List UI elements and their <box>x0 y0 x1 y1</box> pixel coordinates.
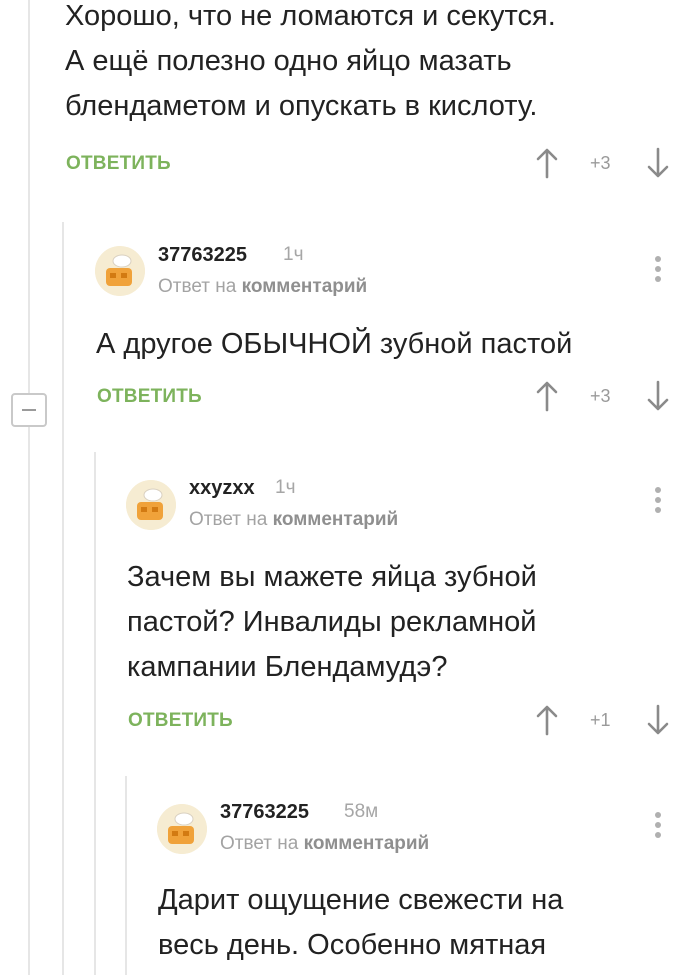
rating-score: +3 <box>590 153 611 173</box>
rating-score: +1 <box>590 710 611 730</box>
reply-to-info: Ответ на комментарий <box>189 509 398 531</box>
chef-avatar-icon <box>126 480 176 530</box>
collapse-thread-button[interactable] <box>11 393 47 427</box>
reply-to-info: Ответ на комментарий <box>158 276 367 298</box>
chef-avatar-icon <box>95 246 145 296</box>
comment-text: Зачем вы мажете яйца зубной пастой? Инва… <box>127 555 537 690</box>
thread-line-level-3 <box>125 776 127 975</box>
reply-to-prefix: Ответ на <box>220 833 299 854</box>
more-vertical-icon[interactable] <box>653 256 663 290</box>
comment-time: 58м <box>344 801 379 822</box>
comment-text-line: пастой? Инвалиды рекламной <box>127 606 537 638</box>
arrow-up-icon[interactable] <box>536 147 558 179</box>
chef-avatar-icon <box>157 804 207 854</box>
thread-line-level-2 <box>94 452 96 975</box>
comment-text-line: Хорошо, что не ломаются и секутся. <box>65 0 556 32</box>
comment-text-line: блендаметом и опускать в кислоту. <box>65 90 538 122</box>
author-name[interactable]: 37763225 <box>158 244 247 267</box>
more-vertical-icon[interactable] <box>653 812 663 846</box>
comment-text-line: Дарит ощущение свежести на <box>158 884 564 916</box>
arrow-down-icon[interactable] <box>647 147 669 179</box>
reply-to-link[interactable]: комментарий <box>273 509 399 530</box>
thread-line-level-0-lower <box>28 427 30 975</box>
reply-button[interactable]: ОТВЕТИТЬ <box>97 386 202 408</box>
reply-button[interactable]: ОТВЕТИТЬ <box>128 710 233 732</box>
reply-to-link[interactable]: комментарий <box>304 833 430 854</box>
author-name[interactable]: xxyzxx <box>189 477 255 500</box>
reply-to-info: Ответ на комментарий <box>220 833 429 855</box>
reply-to-prefix: Ответ на <box>158 276 237 297</box>
thread-line-level-0 <box>28 0 30 393</box>
comment-time: 1ч <box>283 244 304 265</box>
avatar[interactable] <box>157 804 207 854</box>
comment-text-line: кампании Блендамудэ? <box>127 651 448 683</box>
reply-to-prefix: Ответ на <box>189 509 268 530</box>
thread-line-level-1 <box>62 222 64 975</box>
comment-text-line: весь день. Особенно мятная <box>158 929 547 961</box>
avatar[interactable] <box>126 480 176 530</box>
author-name[interactable]: 37763225 <box>220 801 309 824</box>
reply-to-link[interactable]: комментарий <box>242 276 368 297</box>
comment-text-line: А другое ОБЫЧНОЙ зубной пастой <box>96 328 573 360</box>
comment-text-line: А ещё полезно одно яйцо мазать <box>65 45 512 77</box>
more-vertical-icon[interactable] <box>653 487 663 521</box>
arrow-down-icon[interactable] <box>647 704 669 736</box>
comment-text: Дарит ощущение свежести на весь день. Ос… <box>158 878 563 968</box>
comment-text: Хорошо, что не ломаются и секутся. А ещё… <box>65 0 556 129</box>
arrow-up-icon[interactable] <box>536 380 558 412</box>
rating-score: +3 <box>590 386 611 406</box>
arrow-down-icon[interactable] <box>647 380 669 412</box>
avatar[interactable] <box>95 246 145 296</box>
arrow-up-icon[interactable] <box>536 704 558 736</box>
comment-text-line: Зачем вы мажете яйца зубной <box>127 561 537 593</box>
comment-time: 1ч <box>275 477 296 498</box>
comment-text: А другое ОБЫЧНОЙ зубной пастой <box>96 322 572 367</box>
reply-button[interactable]: ОТВЕТИТЬ <box>66 153 171 175</box>
